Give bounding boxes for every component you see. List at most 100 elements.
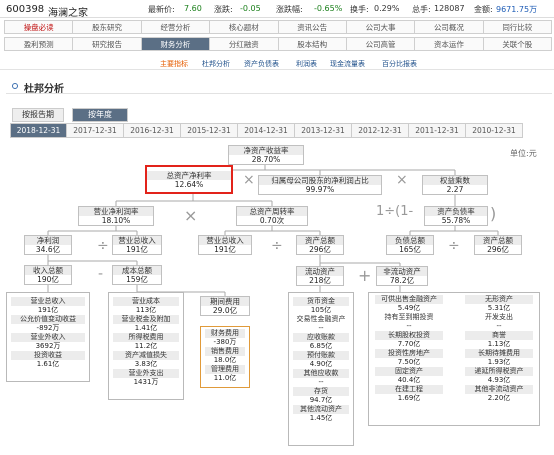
group-item-label: 营业总收入 bbox=[11, 297, 85, 306]
group-item-label: 货币资金 bbox=[293, 297, 349, 306]
net-margin-box: 营业净利润率 18.10% bbox=[78, 206, 154, 226]
group-item-label: 商誉 bbox=[465, 331, 533, 340]
divide-sign: ÷ bbox=[97, 238, 109, 254]
group-item-label: 财务费用 bbox=[205, 329, 245, 338]
parent-ratio-value: 99.97% bbox=[305, 185, 335, 194]
group-item-value: 1.69亿 bbox=[397, 394, 421, 402]
group-item-label: 长期待摊费用 bbox=[465, 349, 533, 358]
current-assets-box: 流动资产 218亿 bbox=[296, 266, 344, 286]
total-income-box: 收入总额 190亿 bbox=[24, 265, 72, 285]
equity-multiplier-label: 权益乘数 bbox=[423, 176, 487, 185]
total-liab-label: 负债总额 bbox=[387, 236, 433, 245]
total-assets-2-box: 资产总额 296亿 bbox=[474, 235, 522, 255]
group-item-label: 其他非流动资产 bbox=[465, 385, 533, 394]
total-income-label: 收入总额 bbox=[25, 266, 71, 275]
asset-turnover-label: 总资产周转率 bbox=[237, 207, 307, 216]
times-sign: × bbox=[243, 172, 255, 188]
group-item-value: -- bbox=[496, 322, 502, 330]
group-item-value: 3.83亿 bbox=[134, 360, 158, 368]
net-margin-label: 营业净利润率 bbox=[79, 207, 153, 216]
equity-multiplier-box: 权益乘数 2.27 bbox=[422, 175, 488, 195]
group-item-label: 营业外支出 bbox=[113, 369, 179, 378]
group-item-label: 销售费用 bbox=[205, 347, 245, 356]
net-profit-box: 净利润 34.6亿 bbox=[24, 235, 72, 255]
group-item-value: 5.31亿 bbox=[487, 304, 511, 312]
group-item-value: 191亿 bbox=[37, 306, 59, 314]
income-group: 营业总收入 191亿 公允价值变动收益 -892万 营业外收入 3692万 投资… bbox=[6, 292, 90, 382]
total-assets-box: 资产总额 296亿 bbox=[296, 235, 344, 255]
group-item-value: 2.20亿 bbox=[487, 394, 511, 402]
net-profit-value: 34.6亿 bbox=[35, 245, 61, 254]
revenue-label: 营业总收入 bbox=[113, 236, 161, 245]
noncurrent-col-2: 无形资产 5.31亿 开发支出 -- 商誉 1.13亿 长期待摊费用 1.93亿… bbox=[461, 295, 537, 403]
group-item-label: 持有至到期投资 bbox=[384, 313, 434, 321]
debt-ratio-label: 资产负债率 bbox=[425, 207, 487, 216]
group-item-label: 无形资产 bbox=[465, 295, 533, 304]
group-item-label: 投资收益 bbox=[11, 351, 85, 360]
divide-sign: ÷ bbox=[448, 238, 460, 254]
group-item-label: 长期股权投资 bbox=[375, 331, 443, 340]
group-item-value: 1.45亿 bbox=[309, 414, 333, 422]
cost-group: 营业成本 113亿 营业税金及附加 1.41亿 所得税费用 11.2亿 资产减值… bbox=[108, 292, 184, 400]
group-item-value: 40.4亿 bbox=[397, 376, 421, 384]
noncurrent-col-1: 可供出售金融资产 5.49亿 持有至到期投资 -- 长期股权投资 7.70亿 投… bbox=[371, 295, 447, 403]
equity-multiplier-value: 2.27 bbox=[446, 185, 464, 194]
group-item-value: 1.61亿 bbox=[36, 360, 60, 368]
revenue-value: 191亿 bbox=[126, 245, 148, 254]
group-item-label: 预付账款 bbox=[293, 351, 349, 360]
noncurrent-assets-label: 非流动资产 bbox=[377, 267, 427, 276]
group-item-value: 5.49亿 bbox=[397, 304, 421, 312]
group-item-label: 开发支出 bbox=[485, 313, 513, 321]
group-item-value: -380万 bbox=[213, 338, 237, 346]
total-liab-box: 负债总额 165亿 bbox=[386, 235, 434, 255]
times-sign-2: × bbox=[184, 206, 198, 225]
group-item-label: 资产减值损失 bbox=[113, 351, 179, 360]
period-expense-label: 期间费用 bbox=[201, 297, 249, 306]
paren-close: ) bbox=[490, 204, 497, 223]
total-cost-box: 成本总额 159亿 bbox=[112, 265, 162, 285]
total-assets-2-value: 296亿 bbox=[487, 245, 509, 254]
total-cost-value: 159亿 bbox=[126, 275, 148, 284]
group-item-value: 94.7亿 bbox=[309, 396, 333, 404]
period-expense-box: 期间费用 29.0亿 bbox=[200, 296, 250, 316]
group-item-value: 7.70亿 bbox=[397, 340, 421, 348]
total-income-value: 190亿 bbox=[37, 275, 59, 284]
one-over-sign: 1÷(1- bbox=[376, 204, 414, 219]
group-item-value: -- bbox=[318, 324, 324, 332]
group-item-label: 营业成本 bbox=[113, 297, 179, 306]
revenue-2-value: 191亿 bbox=[214, 245, 236, 254]
net-profit-label: 净利润 bbox=[25, 236, 71, 245]
current-assets-group: 货币资金 105亿 交易性金融资产 -- 应收账款 6.85亿 预付账款 4.9… bbox=[288, 292, 354, 446]
roa-box: 总资产净利率 12.64% bbox=[145, 165, 233, 194]
debt-ratio-value: 55.78% bbox=[441, 216, 471, 225]
group-item-value: 11.0亿 bbox=[213, 374, 237, 382]
group-item-value: -- bbox=[318, 378, 324, 386]
group-item-value: 1.41亿 bbox=[134, 324, 158, 332]
group-item-label: 交易性金融资产 bbox=[296, 315, 346, 323]
revenue-2-label: 营业总收入 bbox=[199, 236, 251, 245]
group-item-value: 1.93亿 bbox=[487, 358, 511, 366]
group-item-label: 可供出售金融资产 bbox=[375, 295, 443, 304]
group-item-value: 18.0亿 bbox=[213, 356, 237, 364]
group-item-value: 4.93亿 bbox=[487, 376, 511, 384]
revenue-box: 营业总收入 191亿 bbox=[112, 235, 162, 255]
group-item-value: 4.90亿 bbox=[309, 360, 333, 368]
group-item-value: 7.50亿 bbox=[397, 358, 421, 366]
noncurrent-assets-box: 非流动资产 78.2亿 bbox=[376, 266, 428, 286]
roe-label: 净资产收益率 bbox=[229, 146, 303, 155]
roe-value: 28.70% bbox=[251, 155, 281, 164]
group-item-value: 1431万 bbox=[133, 378, 159, 386]
group-item-label: 固定资产 bbox=[375, 367, 443, 376]
revenue-2-box: 营业总收入 191亿 bbox=[198, 235, 252, 255]
group-item-value: -- bbox=[406, 322, 412, 330]
total-assets-label: 资产总额 bbox=[297, 236, 343, 245]
noncurrent-assets-value: 78.2亿 bbox=[389, 276, 415, 285]
group-item-label: 投资性房地产 bbox=[375, 349, 443, 358]
asset-turnover-value: 0.70次 bbox=[259, 216, 285, 225]
minus-sign: - bbox=[98, 266, 104, 282]
roe-box: 净资产收益率 28.70% bbox=[228, 145, 304, 165]
roa-label: 总资产净利率 bbox=[147, 171, 231, 180]
group-item-value: 3692万 bbox=[35, 342, 61, 350]
net-margin-value: 18.10% bbox=[101, 216, 131, 225]
total-liab-value: 165亿 bbox=[399, 245, 421, 254]
